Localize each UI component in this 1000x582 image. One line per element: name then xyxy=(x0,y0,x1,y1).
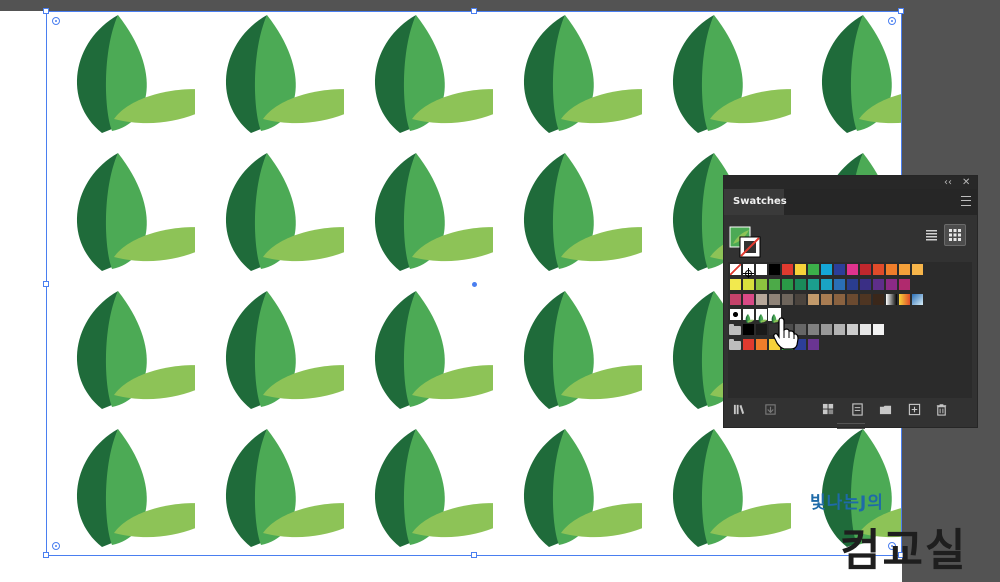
live-corner-top-left[interactable] xyxy=(52,17,60,25)
swatch-pattern[interactable] xyxy=(729,308,742,321)
swatch[interactable] xyxy=(794,278,807,291)
swatch[interactable] xyxy=(807,323,820,336)
swatch[interactable] xyxy=(781,278,794,291)
swatch[interactable] xyxy=(872,263,885,276)
swatch[interactable] xyxy=(768,278,781,291)
thumbnail-view-button[interactable] xyxy=(944,224,966,246)
swatch[interactable] xyxy=(846,293,859,306)
swatch[interactable] xyxy=(898,263,911,276)
grid-view-icon xyxy=(949,229,961,241)
swatch[interactable] xyxy=(872,293,885,306)
swatch[interactable] xyxy=(742,323,755,336)
swatch-options-icon[interactable] xyxy=(851,403,864,416)
swatch[interactable] xyxy=(755,323,768,336)
swatch[interactable] xyxy=(742,338,755,351)
watermark-title: 컴교실 xyxy=(840,525,968,576)
swatch[interactable] xyxy=(846,323,859,336)
swatch-grid[interactable] xyxy=(728,262,972,398)
swatch[interactable] xyxy=(755,278,768,291)
swatch[interactable] xyxy=(885,263,898,276)
swatch[interactable] xyxy=(807,263,820,276)
swatch-none[interactable] xyxy=(729,263,742,276)
swatch[interactable] xyxy=(846,278,859,291)
swatch[interactable] xyxy=(755,263,768,276)
color-group-folder-icon[interactable] xyxy=(729,339,741,350)
swatch[interactable] xyxy=(755,338,768,351)
swatch[interactable] xyxy=(742,278,755,291)
swatch-registration[interactable] xyxy=(742,263,755,279)
close-panel-icon[interactable]: ✕ xyxy=(962,176,970,189)
swatch[interactable] xyxy=(859,263,872,276)
swatch[interactable] xyxy=(859,293,872,306)
live-corner-top-right[interactable] xyxy=(888,17,896,25)
swatch[interactable] xyxy=(742,293,755,306)
swatch[interactable] xyxy=(898,278,911,291)
swatch[interactable] xyxy=(794,263,807,276)
handle-top-left[interactable] xyxy=(43,8,49,14)
handle-bottom-left[interactable] xyxy=(43,552,49,558)
show-swatch-kinds-icon[interactable] xyxy=(822,403,835,416)
swatch[interactable] xyxy=(768,293,781,306)
swatch-pattern[interactable] xyxy=(755,308,768,323)
swatch[interactable] xyxy=(755,293,768,306)
color-group-folder-icon[interactable] xyxy=(729,324,741,335)
new-color-group-icon[interactable] xyxy=(879,403,892,416)
panel-tab-row: Swatches xyxy=(724,189,977,215)
panel-bottom-bar xyxy=(724,399,977,423)
swatch[interactable] xyxy=(820,263,833,276)
swatches-panel[interactable]: ‹‹ ✕ Swatches xyxy=(723,175,978,429)
list-view-icon xyxy=(926,230,937,241)
handle-top-center[interactable] xyxy=(471,8,477,14)
swatch[interactable] xyxy=(833,293,846,306)
swatch[interactable] xyxy=(820,323,833,336)
panel-titlebar[interactable]: ‹‹ ✕ xyxy=(724,176,977,189)
panel-menu-icon[interactable] xyxy=(961,196,971,206)
swatch[interactable] xyxy=(833,278,846,291)
swatch[interactable] xyxy=(768,263,781,276)
swatch-gradient[interactable] xyxy=(898,293,911,306)
panel-resize-grip[interactable] xyxy=(837,423,865,429)
swatch[interactable] xyxy=(911,263,924,276)
swatch[interactable] xyxy=(807,293,820,306)
watermark-subtitle: 빛나는J의 xyxy=(810,493,884,513)
swatch[interactable] xyxy=(833,263,846,276)
tab-swatches[interactable]: Swatches xyxy=(724,189,787,215)
swatch[interactable] xyxy=(807,338,820,351)
swatch[interactable] xyxy=(729,278,742,291)
place-swatches-icon[interactable] xyxy=(764,403,777,416)
swatch-gradient[interactable] xyxy=(885,293,898,306)
handle-top-right[interactable] xyxy=(898,8,904,14)
swatch[interactable] xyxy=(859,278,872,291)
swatch[interactable] xyxy=(872,278,885,291)
swatch[interactable] xyxy=(820,278,833,291)
handle-bottom-center[interactable] xyxy=(471,552,477,558)
swatch[interactable] xyxy=(885,278,898,291)
collapse-panel-icon[interactable]: ‹‹ xyxy=(944,176,952,189)
swatch[interactable] xyxy=(794,293,807,306)
swatch[interactable] xyxy=(859,323,872,336)
swatch[interactable] xyxy=(729,293,742,306)
hand-cursor-icon xyxy=(773,317,799,350)
new-swatch-icon[interactable] xyxy=(908,403,921,416)
swatch[interactable] xyxy=(833,323,846,336)
swatch[interactable] xyxy=(781,293,794,306)
swatch[interactable] xyxy=(820,293,833,306)
list-view-button[interactable] xyxy=(920,224,942,246)
delete-swatch-icon[interactable] xyxy=(935,403,948,416)
swatch[interactable] xyxy=(872,323,885,336)
document-tab-bar xyxy=(0,0,1000,11)
swatch-libraries-icon[interactable] xyxy=(733,403,746,416)
swatch[interactable] xyxy=(807,278,820,291)
live-corner-bottom-left[interactable] xyxy=(52,542,60,550)
handle-middle-left[interactable] xyxy=(43,281,49,287)
swatch-gradient[interactable] xyxy=(911,293,924,306)
fill-stroke-indicator[interactable] xyxy=(729,226,761,258)
selection-center-point xyxy=(472,282,477,287)
swatch[interactable] xyxy=(781,263,794,276)
swatch-pattern[interactable] xyxy=(742,308,755,323)
watermark: 빛나는J의 컴교실 xyxy=(810,488,990,578)
swatch[interactable] xyxy=(846,263,859,276)
